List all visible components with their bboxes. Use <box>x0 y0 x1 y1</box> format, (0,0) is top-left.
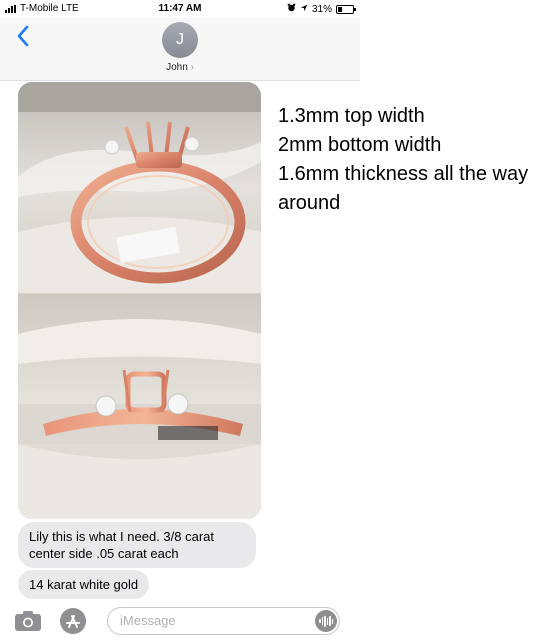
note-line: 1.6mm thickness all the way around <box>278 163 529 214</box>
app-store-button[interactable] <box>60 608 86 634</box>
status-right: 31% <box>287 3 356 15</box>
back-chevron-icon <box>17 25 29 47</box>
imessage-placeholder: iMessage <box>120 613 176 628</box>
location-arrow-icon <box>300 4 308 15</box>
camera-button[interactable] <box>14 610 42 632</box>
ring-image <box>18 82 261 293</box>
audio-message-button[interactable] <box>315 610 337 632</box>
message-bubble[interactable]: Lily this is what I need. 3/8 carat cent… <box>18 522 256 568</box>
contact-avatar[interactable]: J <box>162 22 198 58</box>
battery-percent: 31% <box>311 3 332 15</box>
conversation-header: J John › <box>0 18 360 81</box>
audio-waveform-icon <box>319 615 333 627</box>
contact-name: John <box>166 62 188 73</box>
message-input-bar: iMessage <box>0 600 360 640</box>
imessage-input[interactable]: iMessage <box>107 607 340 635</box>
ring-image <box>18 294 261 519</box>
status-bar: T-Mobile LTE 11:47 AM 31% <box>0 0 360 18</box>
phone-screen: T-Mobile LTE 11:47 AM 31% J John › Lily … <box>0 0 360 640</box>
camera-icon <box>15 611 41 631</box>
ring-photo-bottom[interactable] <box>18 294 261 519</box>
battery-icon <box>336 4 356 14</box>
back-button[interactable] <box>12 24 36 48</box>
photo-message[interactable] <box>18 82 261 519</box>
contact-name-row[interactable]: John › <box>0 62 360 73</box>
measurement-notes: 1.3mm top width 2mm bottom width 1.6mm t… <box>278 102 548 218</box>
chevron-right-icon: › <box>190 62 194 73</box>
ring-photo-top[interactable] <box>18 82 261 293</box>
note-line: 1.3mm top width <box>278 105 425 127</box>
app-store-icon <box>66 615 80 628</box>
note-line: 2mm bottom width <box>278 134 442 156</box>
message-bubble[interactable]: 14 karat white gold <box>18 570 150 599</box>
alarm-icon <box>287 3 296 15</box>
